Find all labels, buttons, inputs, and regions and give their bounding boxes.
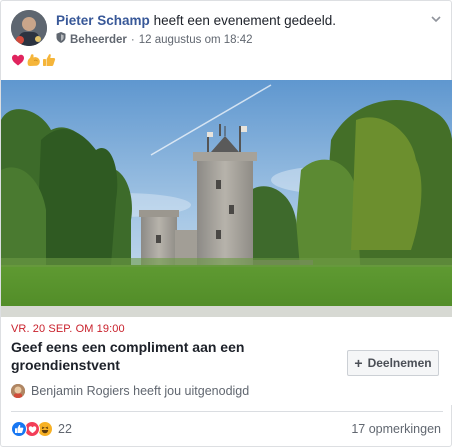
thumbs-up-emoji (42, 53, 56, 72)
separator-dot: · (130, 33, 135, 46)
header-text: Pieter Schamp heeft een evenement gedeel… (56, 12, 416, 47)
post-text-emojis (11, 53, 56, 72)
event-date: VR. 20 SEP. OM 19:00 (11, 323, 125, 335)
shield-icon (56, 32, 66, 47)
comments-count-link[interactable]: 17 opmerkingen (351, 422, 441, 436)
heart-emoji (11, 53, 25, 72)
footer-divider (11, 411, 443, 412)
role-label: Beheerder (70, 33, 127, 46)
invitation-line: Benjamin Rogiers heeft jou uitgenodigd (11, 384, 249, 398)
join-event-button[interactable]: + Deelnemen (347, 350, 439, 376)
post-header: Pieter Schamp heeft een evenement gedeel… (11, 10, 443, 50)
like-reaction-icon (11, 421, 27, 437)
post-action-text: heeft een evenement gedeeld. (153, 13, 336, 28)
inviter-avatar[interactable] (11, 384, 25, 398)
author-name-link[interactable]: Pieter Schamp (56, 13, 150, 28)
event-cover-photo[interactable] (1, 80, 452, 317)
flexed-biceps-emoji (26, 53, 41, 72)
plus-icon: + (354, 355, 363, 371)
post-timestamp-link[interactable]: 12 augustus om 18:42 (139, 33, 253, 47)
post-footer: 22 17 opmerkingen (1, 415, 452, 445)
event-title-link[interactable]: Geef eens een compliment aan een groendi… (11, 338, 291, 374)
invitation-text: Benjamin Rogiers heeft jou uitgenodigd (31, 384, 250, 398)
reaction-count: 22 (58, 422, 72, 436)
chevron-down-icon[interactable] (429, 12, 443, 26)
author-avatar[interactable] (11, 10, 47, 46)
event-details: VR. 20 SEP. OM 19:00 Geef eens een compl… (1, 317, 452, 405)
post-card: Pieter Schamp heeft een evenement gedeel… (0, 0, 452, 447)
join-button-label: Deelnemen (367, 356, 432, 370)
reaction-summary[interactable]: 22 (11, 421, 72, 437)
